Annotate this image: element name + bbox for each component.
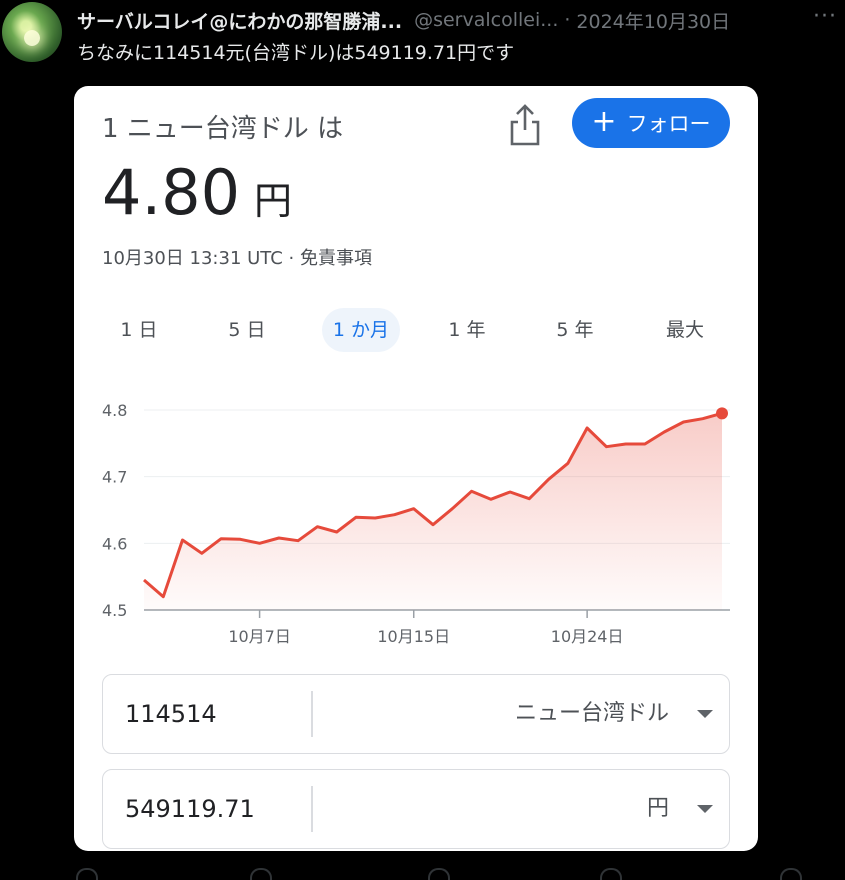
field-divider: [311, 691, 313, 737]
author-name[interactable]: サーバルコレイ@にわかの那智勝浦...: [77, 7, 402, 34]
views-icon[interactable]: [600, 868, 622, 880]
action-bar: [0, 864, 845, 880]
chevron-down-icon[interactable]: [697, 805, 713, 813]
y-tick-label: 4.7: [102, 468, 127, 487]
chevron-down-icon[interactable]: [697, 710, 713, 718]
tab-max[interactable]: 最大: [650, 308, 720, 352]
tweet-text: ちなみに114514元(台湾ドル)は549119.71円です: [77, 42, 515, 64]
more-options-icon[interactable]: ···: [813, 4, 837, 29]
currency-card: 1 ニュー台湾ドル は + フォロー 4.80 円 10月30日 13:31 U…: [74, 86, 758, 851]
range-tabs: 1 日 5 日 1 か月 1 年 5 年 最大: [94, 308, 744, 352]
tab-1-year[interactable]: 1 年: [432, 308, 502, 352]
from-currency-select[interactable]: ニュー台湾ドル: [515, 675, 669, 753]
y-tick-label: 4.5: [102, 601, 127, 620]
card-title: 1 ニュー台湾ドル は: [102, 114, 344, 144]
y-tick-label: 4.6: [102, 534, 127, 553]
last-value-marker: [716, 407, 728, 420]
tab-1-day[interactable]: 1 日: [104, 308, 174, 352]
follow-button[interactable]: + フォロー: [572, 98, 730, 148]
x-tick-label: 10月24日: [551, 627, 624, 646]
author-avatar[interactable]: [2, 2, 62, 62]
to-amount-input[interactable]: 549119.71: [125, 770, 255, 848]
tab-1-month[interactable]: 1 か月: [322, 308, 400, 352]
like-icon[interactable]: [428, 868, 450, 880]
field-divider: [311, 786, 313, 832]
rate-value: 4.80 円: [102, 156, 292, 229]
from-currency-field: 114514 ニュー台湾ドル: [102, 674, 730, 754]
bookmark-icon[interactable]: [780, 868, 802, 880]
rate-number: 4.80: [102, 156, 241, 229]
tab-5-year[interactable]: 5 年: [540, 308, 610, 352]
x-tick-label: 10月7日: [228, 627, 291, 646]
share-icon[interactable]: [504, 102, 546, 148]
from-amount-input[interactable]: 114514: [125, 675, 217, 753]
to-currency-field: 549119.71 円: [102, 769, 730, 849]
to-currency-select[interactable]: 円: [647, 770, 669, 848]
plus-icon: +: [591, 103, 617, 139]
rate-unit: 円: [254, 179, 293, 223]
rate-timestamp: 10月30日 13:31 UTC · 免責事項: [102, 248, 372, 269]
y-tick-label: 4.8: [102, 401, 127, 420]
retweet-icon[interactable]: [250, 868, 272, 880]
reply-icon[interactable]: [76, 868, 98, 880]
tweet-date[interactable]: 2024年10月30日: [576, 7, 730, 34]
tweet-header: サーバルコレイ@にわかの那智勝浦... @servalcollei... · 2…: [77, 4, 837, 34]
tab-5-day[interactable]: 5 日: [212, 308, 282, 352]
follow-label: フォロー: [626, 112, 711, 136]
author-handle[interactable]: @servalcollei...: [414, 9, 558, 31]
x-tick-label: 10月15日: [377, 627, 450, 646]
exchange-rate-chart[interactable]: 4.5 4.6 4.7 4.8 10月7日 10月15日 10月24日: [74, 380, 758, 650]
header-separator: ·: [564, 9, 571, 31]
